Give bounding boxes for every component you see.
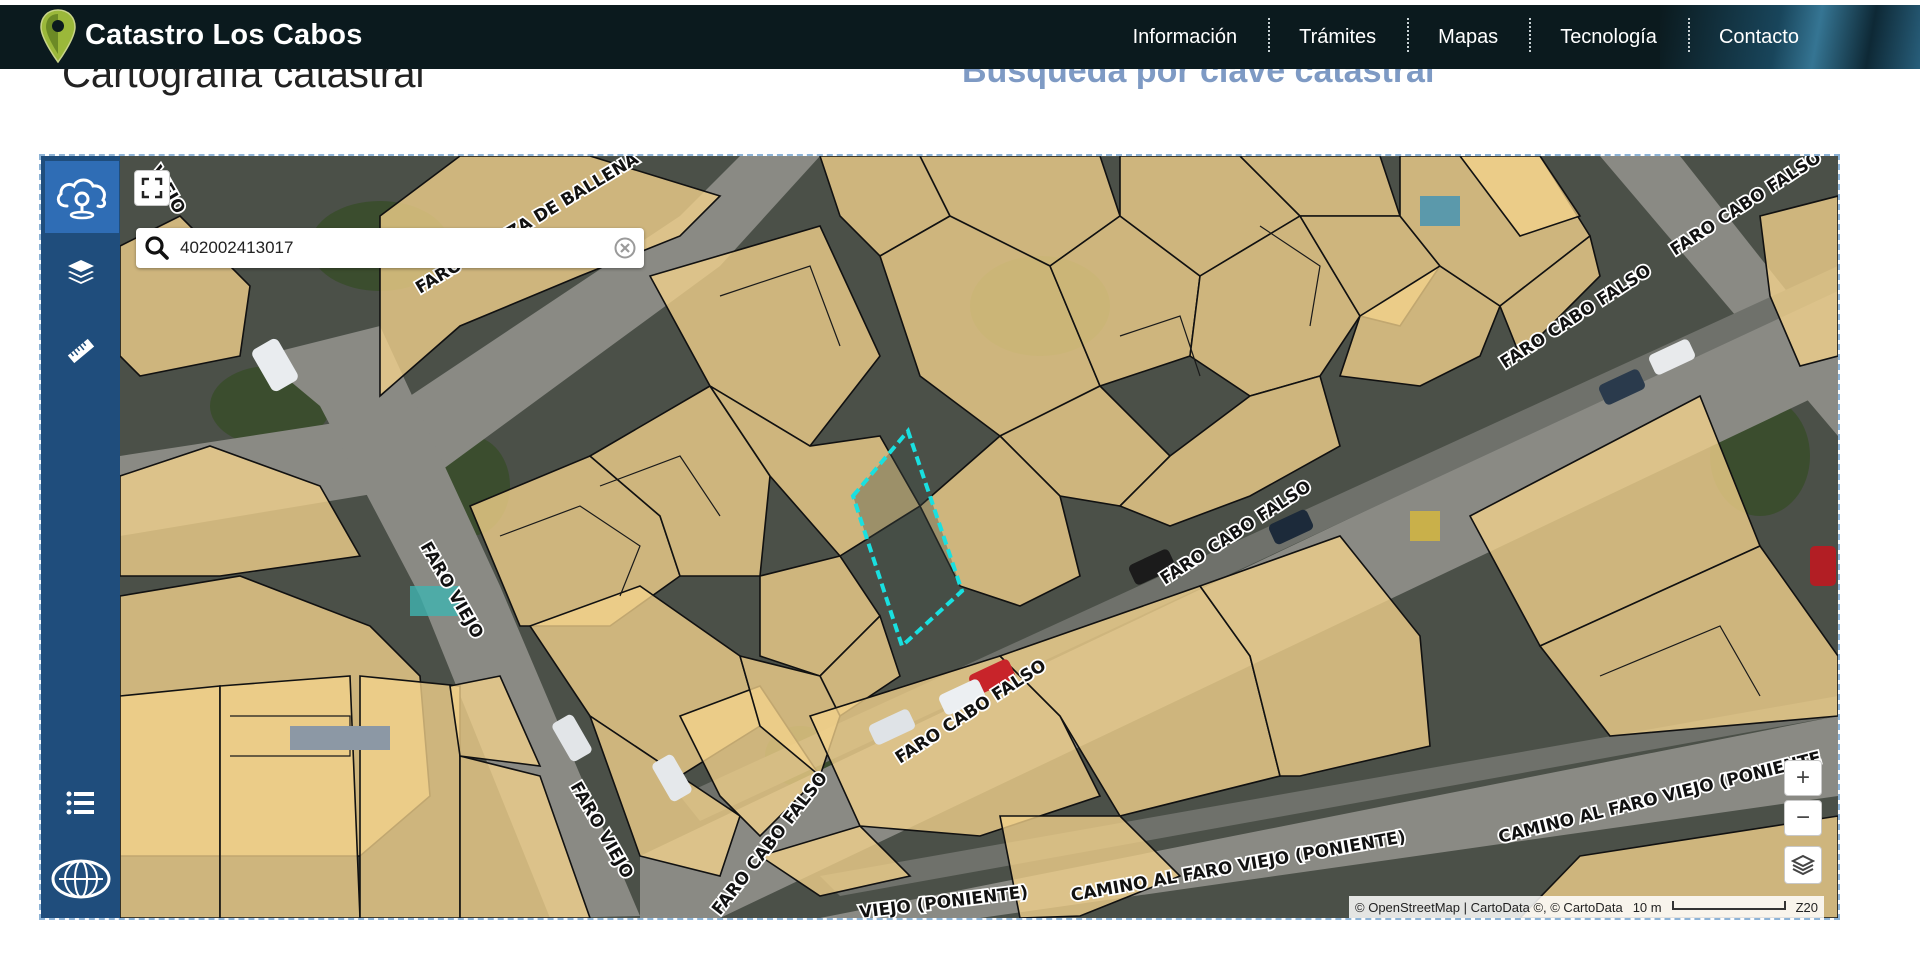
fullscreen-button[interactable] bbox=[134, 170, 170, 206]
main-nav: Información Trámites Mapas Tecnología Co… bbox=[1102, 5, 1830, 69]
nav-mapas[interactable]: Mapas bbox=[1407, 17, 1529, 52]
scale-bar bbox=[1671, 900, 1786, 910]
list-icon bbox=[66, 791, 94, 815]
location-pin-logo-icon[interactable] bbox=[38, 8, 78, 64]
cadastral-key-search bbox=[136, 228, 644, 268]
layers-button[interactable] bbox=[41, 247, 120, 297]
clear-search-icon[interactable] bbox=[614, 237, 636, 259]
org-logo[interactable] bbox=[41, 854, 120, 904]
cloud-location-icon bbox=[56, 178, 107, 220]
ruler-icon bbox=[67, 338, 94, 364]
basemap-layers-button[interactable] bbox=[1784, 846, 1822, 884]
cloud-location-button[interactable] bbox=[45, 161, 119, 233]
site-header: Catastro Los Cabos Información Trámites … bbox=[0, 5, 1920, 69]
scale-label: 10 m bbox=[1632, 899, 1662, 915]
search-icon bbox=[145, 236, 169, 260]
map-attribution[interactable]: © OpenStreetMap | CartoData ©, © CartoDa… bbox=[1355, 900, 1623, 915]
zoom-out-button[interactable]: − bbox=[1784, 800, 1822, 836]
logo-globe-icon bbox=[51, 859, 110, 899]
measure-button[interactable] bbox=[41, 326, 120, 376]
fullscreen-icon bbox=[141, 177, 163, 199]
nav-tramites[interactable]: Trámites bbox=[1268, 17, 1407, 52]
nav-contacto[interactable]: Contacto bbox=[1687, 17, 1830, 52]
zoom-in-button[interactable]: + bbox=[1784, 760, 1822, 796]
search-input[interactable] bbox=[180, 228, 590, 268]
map-attribution-bar: © OpenStreetMap | CartoData ©, © CartoDa… bbox=[1349, 896, 1824, 918]
brand-title[interactable]: Catastro Los Cabos bbox=[85, 19, 363, 52]
layers-icon bbox=[1791, 854, 1815, 876]
legend-list-button[interactable] bbox=[41, 778, 120, 828]
layers-icon bbox=[67, 260, 94, 284]
zoom-level: Z20 bbox=[1795, 899, 1818, 915]
map-sidebar bbox=[41, 156, 120, 918]
satellite-basemap: FARO CABEZA DE BALLENA FARO CABO FALSO F… bbox=[120, 156, 1838, 918]
map-canvas[interactable]: FARO CABEZA DE BALLENA FARO CABO FALSO F… bbox=[120, 156, 1838, 918]
nav-tecnologia[interactable]: Tecnología bbox=[1529, 17, 1688, 52]
nav-informacion[interactable]: Información bbox=[1102, 26, 1269, 49]
